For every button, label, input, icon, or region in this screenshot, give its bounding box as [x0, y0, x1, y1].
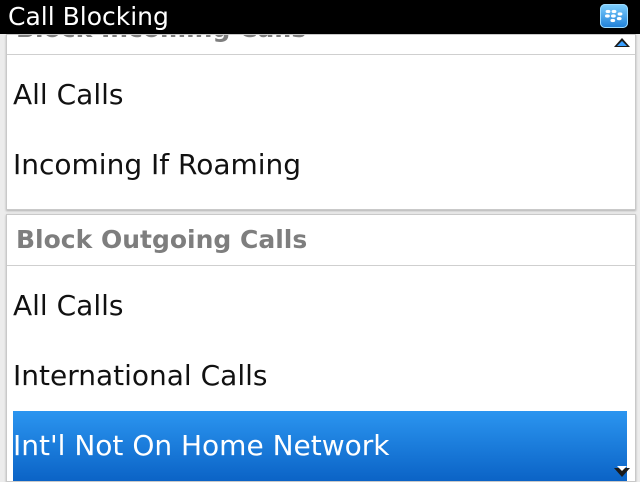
outgoing-intl-not-home-network-item[interactable]: Int'l Not On Home Network	[13, 411, 627, 481]
block-incoming-section: Block Incoming Calls All Calls Incoming …	[6, 34, 636, 210]
incoming-if-roaming-item[interactable]: Incoming If Roaming	[7, 130, 635, 200]
incoming-all-calls-item[interactable]: All Calls	[7, 60, 635, 130]
scroll-down-arrow-icon	[614, 466, 630, 477]
title-bar: Call Blocking	[0, 0, 640, 34]
outgoing-international-calls-item[interactable]: International Calls	[7, 341, 635, 411]
block-incoming-header: Block Incoming Calls	[7, 35, 635, 55]
blackberry-logo-icon	[600, 4, 628, 28]
screen-title: Call Blocking	[8, 2, 169, 31]
block-outgoing-header: Block Outgoing Calls	[7, 215, 635, 266]
block-outgoing-section: Block Outgoing Calls All Calls Internati…	[6, 214, 636, 482]
scroll-up-arrow-icon	[614, 38, 630, 47]
outgoing-all-calls-item[interactable]: All Calls	[7, 271, 635, 341]
